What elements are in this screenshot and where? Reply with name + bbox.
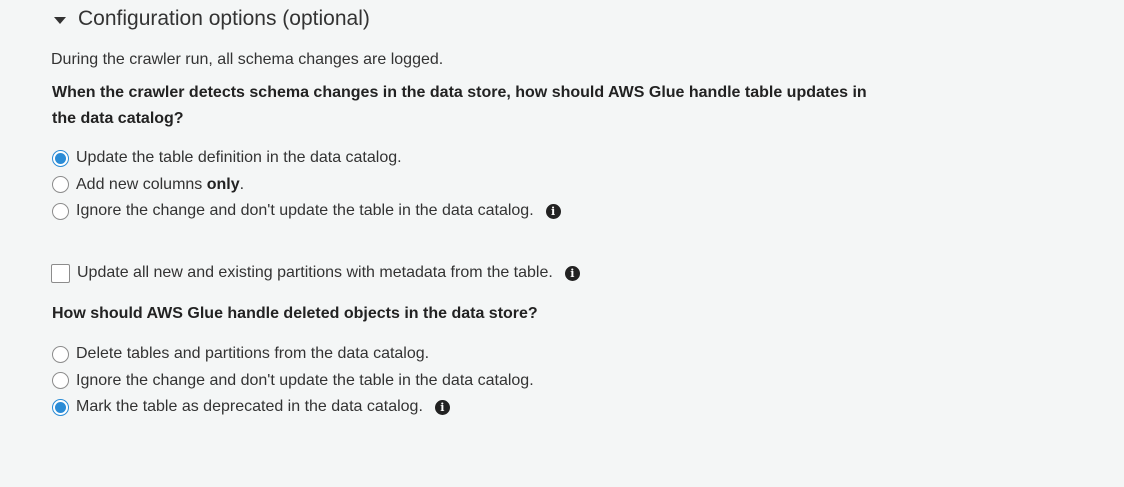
update-partitions-checkbox-row[interactable]: Update all new and existing partitions w… [51, 262, 580, 284]
caret-down-icon[interactable] [54, 16, 66, 24]
section-title: Configuration options (optional) [78, 7, 370, 30]
radio-label-suffix: . [239, 175, 245, 193]
radio-label: Delete tables and partitions from the da… [76, 345, 430, 363]
radio-option-ignore-deleted[interactable]: Ignore the change and don't update the t… [52, 368, 534, 395]
configuration-options-toggle[interactable]: Configuration options (optional) [54, 5, 370, 33]
radio-option-delete-tables[interactable]: Delete tables and partitions from the da… [52, 341, 534, 368]
radio-option-ignore-change[interactable]: Ignore the change and don't update the t… [52, 198, 561, 225]
radio-label: Ignore the change and don't update the t… [76, 371, 534, 389]
radio-button[interactable] [52, 372, 69, 390]
radio-option-update-table-definition[interactable]: Update the table definition in the data … [52, 145, 561, 172]
radio-label: Ignore the change and don't update the t… [76, 202, 534, 220]
radio-label: Mark the table as deprecated in the data… [76, 398, 423, 416]
schema-log-note: During the crawler run, all schema chang… [51, 51, 444, 68]
info-icon[interactable]: i [434, 399, 450, 415]
radio-button[interactable] [52, 398, 69, 416]
info-icon[interactable]: i [545, 203, 561, 219]
info-icon[interactable]: i [564, 265, 580, 281]
checkbox-label: Update all new and existing partitions w… [77, 264, 553, 281]
deleted-objects-radio-group: Delete tables and partitions from the da… [52, 341, 534, 421]
schema-changes-question: When the crawler detects schema changes … [52, 84, 867, 127]
update-partitions-checkbox[interactable] [51, 263, 70, 283]
deleted-objects-question: How should AWS Glue handle deleted objec… [52, 305, 538, 322]
radio-label-prefix: Add new columns [76, 175, 207, 193]
radio-button[interactable] [52, 176, 69, 194]
radio-label-emphasis: only [206, 175, 240, 193]
radio-label: Update the table definition in the data … [76, 149, 402, 167]
radio-button[interactable] [52, 345, 69, 363]
radio-button[interactable] [52, 202, 69, 220]
configuration-options-panel: Configuration options (optional) During … [0, 0, 1124, 487]
radio-option-mark-deprecated[interactable]: Mark the table as deprecated in the data… [52, 394, 534, 421]
radio-label: Add new columns only. [76, 176, 244, 194]
schema-changes-radio-group: Update the table definition in the data … [52, 145, 561, 225]
radio-button[interactable] [52, 149, 69, 167]
radio-option-add-new-columns-only[interactable]: Add new columns only. [52, 172, 561, 199]
